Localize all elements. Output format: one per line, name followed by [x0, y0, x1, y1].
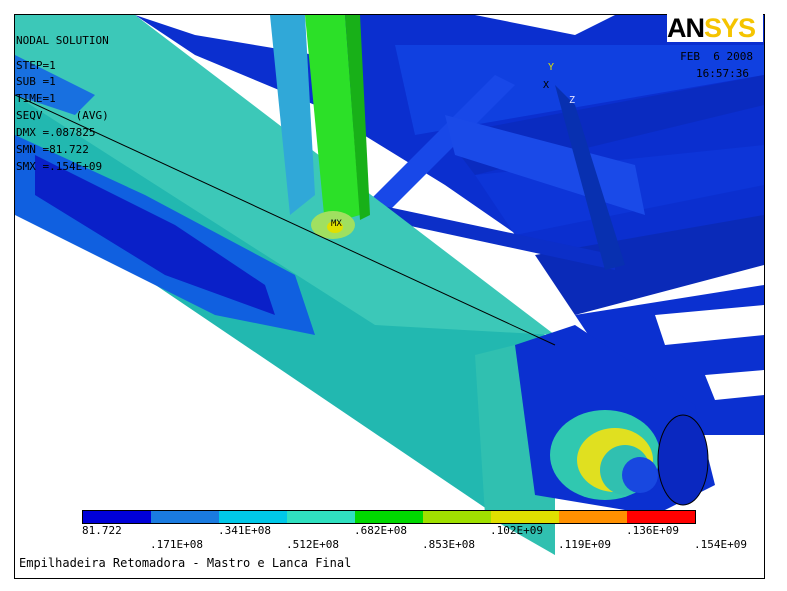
substep-label: SUB =1 — [16, 75, 56, 88]
frame-gap-2 — [705, 370, 764, 400]
max-marker: MX — [331, 219, 342, 229]
legend-tick-9: .154E+09 — [694, 538, 747, 551]
legend-tick-6: .102E+09 — [490, 524, 543, 537]
legend-color-4 — [355, 511, 423, 523]
legend-color-3 — [287, 511, 355, 523]
legend-color-5 — [423, 511, 491, 523]
legend-tick-7: .119E+09 — [558, 538, 611, 551]
smn-label: SMN =81.722 — [16, 143, 89, 156]
pin-end-disc — [657, 414, 709, 506]
legend-tick-3: .512E+08 — [286, 538, 339, 551]
legend-color-8 — [627, 511, 695, 523]
graphics-window[interactable] — [14, 14, 765, 579]
result-label: SEQV (AVG) — [16, 109, 109, 122]
pin-face — [622, 457, 658, 493]
legend-color-7 — [559, 511, 627, 523]
legend-tick-2: .341E+08 — [218, 524, 271, 537]
axis-z-label: Z — [569, 95, 576, 106]
legend-tick-1: .171E+08 — [150, 538, 203, 551]
step-label: STEP=1 — [16, 59, 56, 72]
contour-legend-bar — [82, 510, 696, 524]
time-of-day-label: 16:57:36 — [696, 67, 749, 80]
dmx-label: DMX =.087825 — [16, 126, 96, 139]
legend-tick-8: .136E+09 — [626, 524, 679, 537]
legend-color-2 — [219, 511, 287, 523]
legend-tick-0: 81.722 — [82, 524, 122, 537]
axis-x-label: X — [543, 80, 550, 91]
axis-y-label: Y — [548, 62, 555, 73]
legend-color-0 — [83, 511, 151, 523]
model-caption: Empilhadeira Retomadora - Mastro e Lanca… — [19, 556, 352, 570]
date-label: FEB 6 2008 — [680, 50, 753, 63]
solution-title: NODAL SOLUTION — [16, 34, 109, 47]
legend-color-6 — [491, 511, 559, 523]
smx-label: SMX =.154E+09 — [16, 160, 103, 173]
fea-model-view[interactable] — [15, 15, 764, 578]
time-label: TIME=1 — [16, 92, 56, 105]
legend-tick-5: .853E+08 — [422, 538, 475, 551]
ansys-logo: ANSYS — [667, 14, 763, 42]
legend-color-1 — [151, 511, 219, 523]
legend-tick-4: .682E+08 — [354, 524, 407, 537]
